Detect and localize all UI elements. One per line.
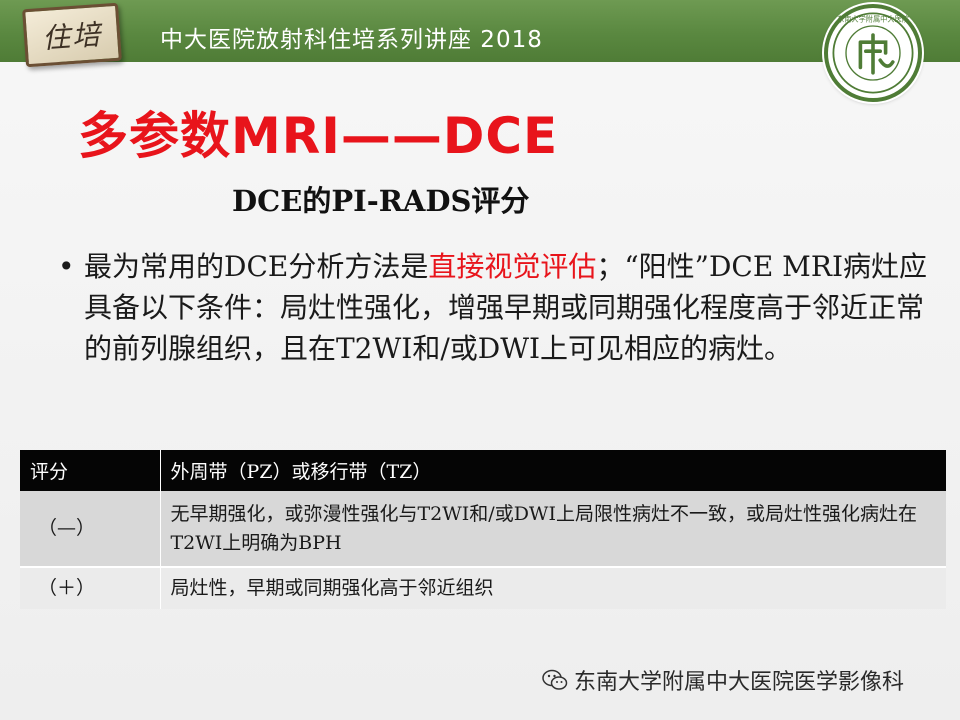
slide-title: 多参数MRI——DCE: [78, 107, 559, 165]
table-row: （—） 无早期强化，或弥漫性强化与T2WI和/或DWI上局限性病灶不一致，或局灶…: [20, 491, 946, 568]
table-row: （＋） 局灶性，早期或同期强化高于邻近组织: [20, 567, 946, 609]
logo-text: 住培: [41, 17, 104, 56]
pirads-dce-table: 评分 外周带（PZ）或移行带（TZ） （—） 无早期强化，或弥漫性强化与T2WI…: [20, 450, 946, 609]
banner-title: 中大医院放射科住培系列讲座 2018: [160, 27, 543, 53]
bullet-point: • 最为常用的DCE分析方法是直接视觉评估；“阳性”DCE MRI病灶应具备以下…: [58, 246, 938, 369]
table-cell-desc: 无早期强化，或弥漫性强化与T2WI和/或DWI上局限性病灶不一致，或局灶性强化病…: [160, 491, 946, 568]
wechat-icon: [542, 669, 568, 690]
header-banner: 住培 中大医院放射科住培系列讲座 2018: [0, 0, 960, 68]
table-cell-score: （＋）: [20, 567, 161, 609]
seal-label: 东南大学附属中大医院: [837, 15, 909, 24]
watermark-text: 东南大学附属中大医院医学影像科: [574, 670, 905, 695]
bullet-text: 最为常用的DCE分析方法是直接视觉评估；“阳性”DCE MRI病灶应具备以下条件…: [84, 246, 938, 369]
bullet-highlight: 直接视觉评估: [428, 250, 597, 283]
table-header-zone: 外周带（PZ）或移行带（TZ）: [160, 450, 946, 491]
table-header-score: 评分: [20, 450, 161, 491]
hospital-seal-icon: 东南大学附属中大医院: [824, 4, 922, 102]
bullet-text-part1: 最为常用的DCE分析方法是: [84, 250, 429, 283]
logo-badge: 住培: [22, 2, 122, 68]
bullet-dot: •: [58, 250, 75, 283]
table-header-row: 评分 外周带（PZ）或移行带（TZ）: [20, 450, 946, 491]
slide-subtitle: DCE的PI-RADS评分: [232, 184, 530, 218]
table-cell-score: （—）: [20, 491, 161, 568]
watermark: 东南大学附属中大医院医学影像科: [542, 664, 904, 696]
table-cell-desc: 局灶性，早期或同期强化高于邻近组织: [160, 567, 946, 609]
